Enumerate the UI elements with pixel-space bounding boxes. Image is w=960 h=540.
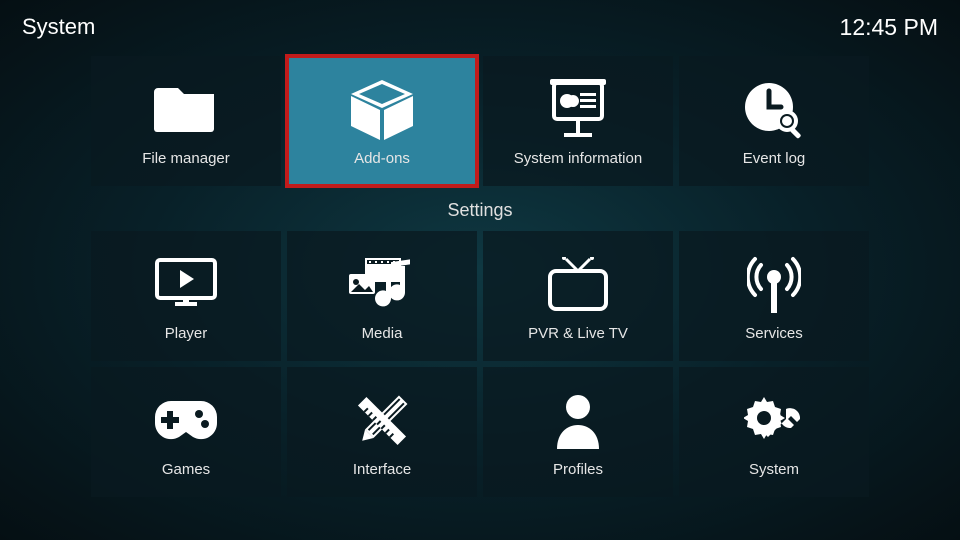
tile-label: System xyxy=(749,461,799,478)
tv-icon xyxy=(548,251,608,319)
clock-search-icon xyxy=(743,76,805,144)
tile-label: Interface xyxy=(353,461,411,478)
tile-label: Player xyxy=(165,325,208,342)
gamepad-icon xyxy=(153,387,219,455)
media-icon xyxy=(349,251,415,319)
tile-label: PVR & Live TV xyxy=(528,325,628,342)
top-bar: System 12:45 PM xyxy=(0,0,960,50)
tile-label: System information xyxy=(514,150,642,167)
top-section: File manager Add-ons System information … xyxy=(0,50,960,186)
tile-media[interactable]: Media xyxy=(287,231,477,361)
chart-board-icon xyxy=(550,76,606,144)
monitor-play-icon xyxy=(155,251,217,319)
tile-system[interactable]: System xyxy=(679,367,869,497)
folder-icon xyxy=(154,76,218,144)
top-tiles-row: File manager Add-ons System information … xyxy=(91,56,869,186)
tile-label: Add-ons xyxy=(354,150,410,167)
page-title: System xyxy=(22,14,95,40)
tile-label: Media xyxy=(362,325,403,342)
clock: 12:45 PM xyxy=(840,14,938,41)
tile-profiles[interactable]: Profiles xyxy=(483,367,673,497)
gear-wrench-icon xyxy=(744,387,804,455)
tile-label: Services xyxy=(745,325,803,342)
tile-pvr-live-tv[interactable]: PVR & Live TV xyxy=(483,231,673,361)
tile-add-ons[interactable]: Add-ons xyxy=(287,56,477,186)
antenna-icon xyxy=(747,251,801,319)
tile-games[interactable]: Games xyxy=(91,367,281,497)
tile-interface[interactable]: Interface xyxy=(287,367,477,497)
settings-row-2: Games Interface Profiles System xyxy=(91,367,869,497)
tile-label: Games xyxy=(162,461,210,478)
tile-label: Event log xyxy=(743,150,806,167)
person-icon xyxy=(555,387,601,455)
box-icon xyxy=(349,76,415,144)
tile-player[interactable]: Player xyxy=(91,231,281,361)
pencil-ruler-icon xyxy=(354,387,410,455)
section-title: Settings xyxy=(447,200,512,221)
tile-system-information[interactable]: System information xyxy=(483,56,673,186)
tile-event-log[interactable]: Event log xyxy=(679,56,869,186)
settings-row-1: Player Media PVR & Live TV Services xyxy=(91,231,869,361)
tile-file-manager[interactable]: File manager xyxy=(91,56,281,186)
tile-label: File manager xyxy=(142,150,230,167)
settings-section: Settings Player Media PVR & Live TV Serv… xyxy=(0,186,960,497)
tile-services[interactable]: Services xyxy=(679,231,869,361)
tile-label: Profiles xyxy=(553,461,603,478)
